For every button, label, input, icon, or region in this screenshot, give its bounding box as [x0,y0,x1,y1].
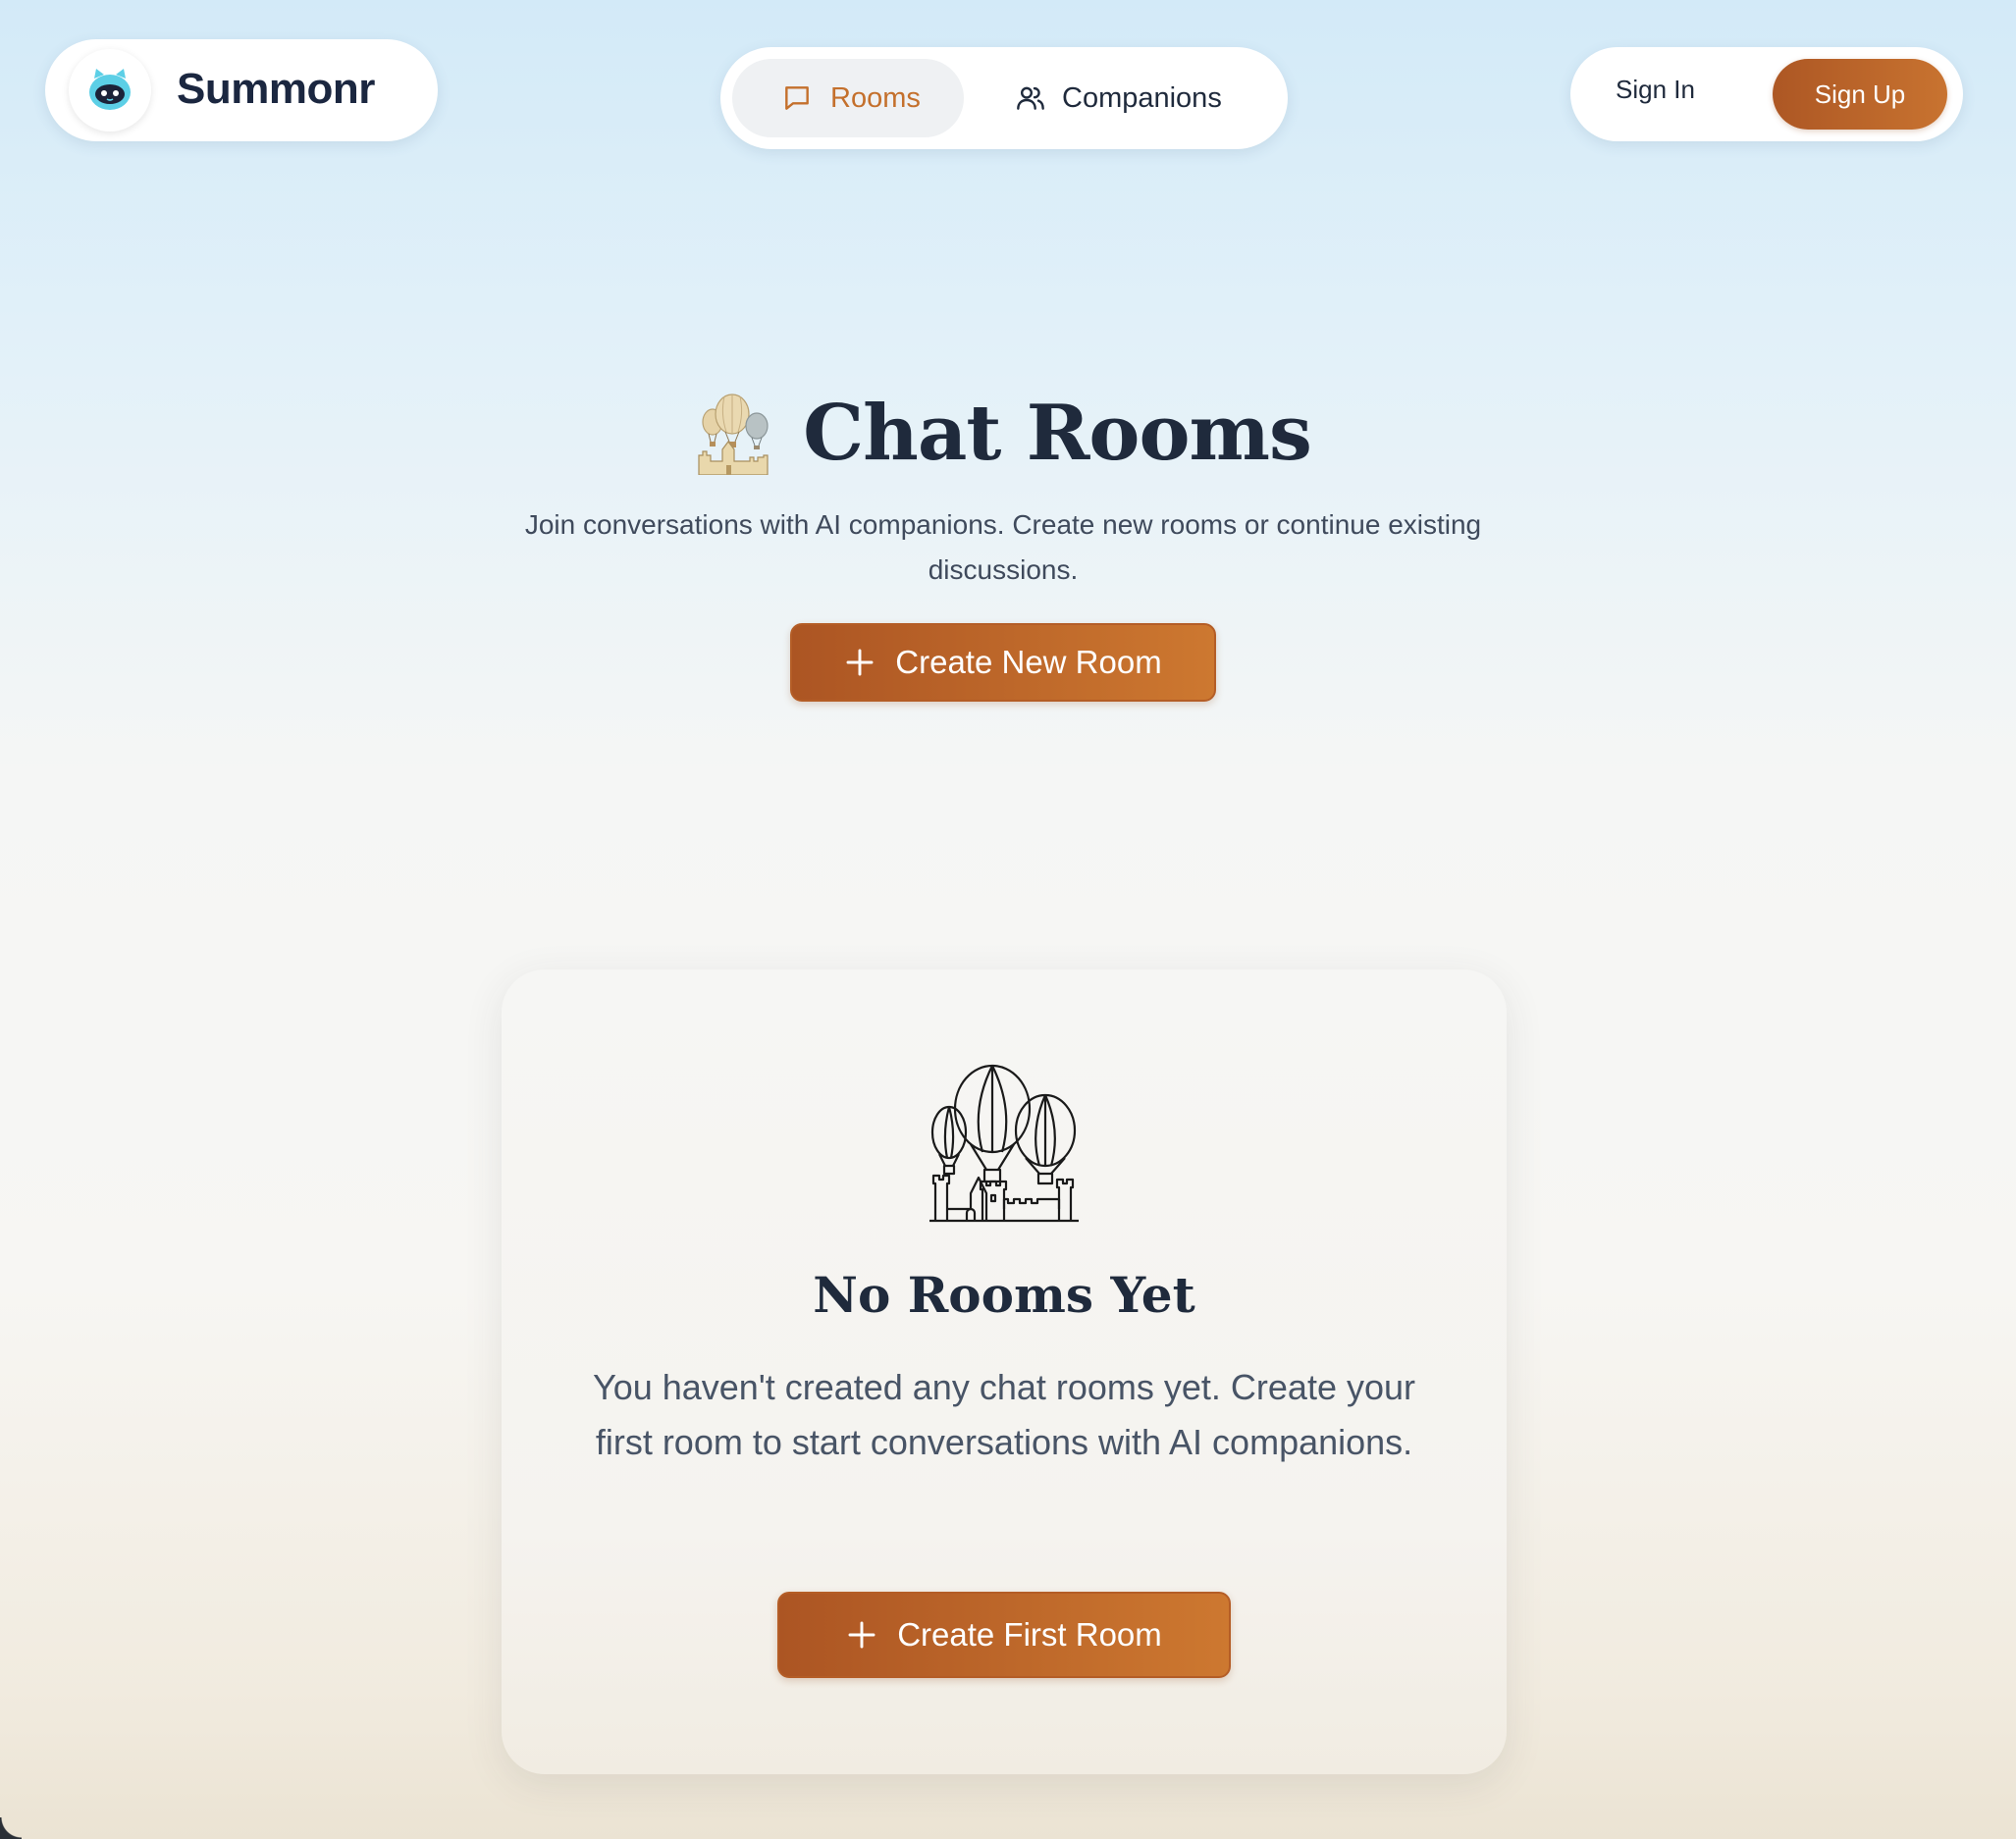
users-icon [1017,86,1044,110]
create-first-room-button[interactable]: Create First Room [777,1592,1231,1678]
brand-home-link[interactable]: Summonr [45,39,438,141]
sign-up-button[interactable]: Sign Up [1773,59,1947,130]
empty-state-title: No Rooms Yet [813,1266,1195,1324]
plus-icon [848,1621,875,1649]
chat-bubble-icon [785,86,809,110]
empty-state-text: You haven't created any chat rooms yet. … [592,1367,1416,1462]
sign-in-button[interactable]: Sign In [1616,75,1695,105]
nav-item-rooms[interactable]: Rooms [732,59,964,137]
window-corner [0,1817,22,1839]
nav-item-companions[interactable]: Companions [1015,59,1280,137]
empty-state-card: No Rooms Yet You haven't created any cha… [502,970,1507,1774]
nav-item-label: Companions [1062,81,1222,114]
balloon-castle-icon [698,393,769,475]
plus-icon [846,649,874,676]
auth-controls: Sign In Sign Up [1570,47,1963,141]
main-nav: Rooms Companions [720,47,1288,149]
page-title: Chat Rooms [0,389,2006,478]
create-new-room-button[interactable]: Create New Room [790,623,1216,702]
nav-item-label: Rooms [830,81,921,114]
page-subtitle: Join conversations with AI companions. C… [524,509,1482,585]
robot-cat-icon [69,49,151,131]
create-first-room-label: Create First Room [897,1616,1162,1653]
brand-name: Summonr [177,65,375,113]
page-title-text: Chat Rooms [803,389,1312,478]
balloon-castle-line-icon [929,1064,1079,1223]
create-new-room-label: Create New Room [895,644,1162,680]
